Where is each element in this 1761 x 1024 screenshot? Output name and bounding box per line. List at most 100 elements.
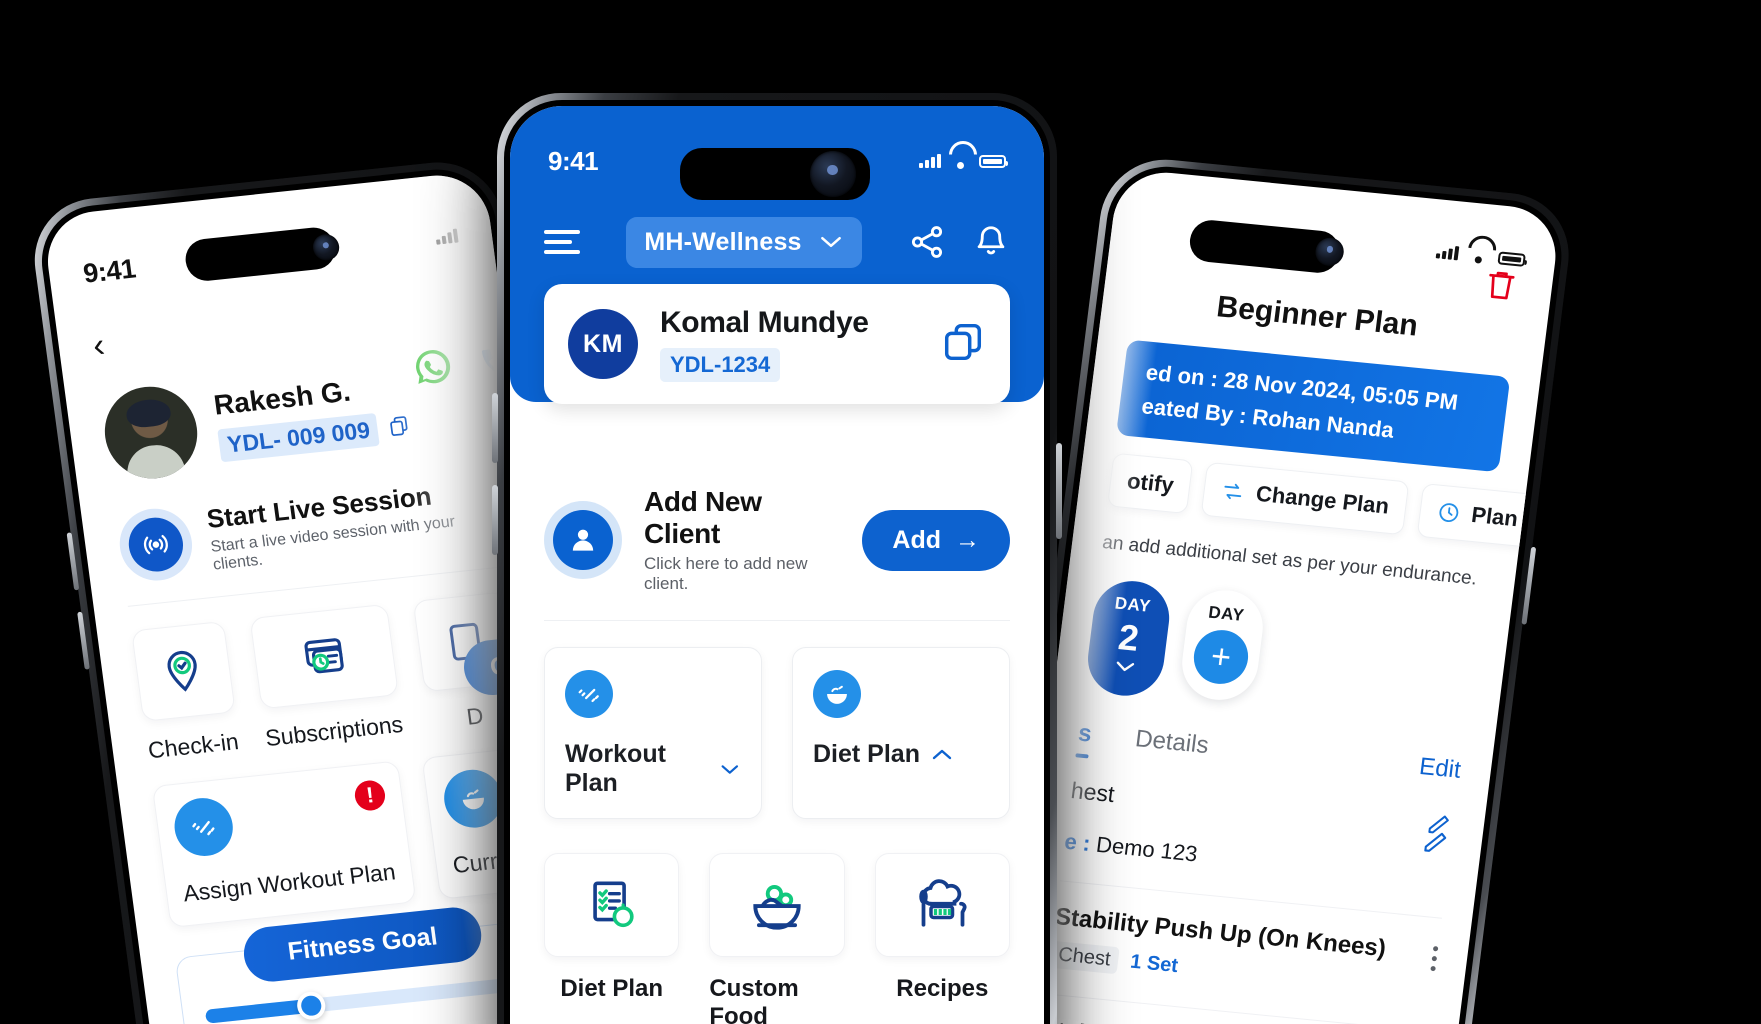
avatar: KM [568,309,638,379]
tile-label: Diet Plan [560,975,664,1002]
tile-diet-plan[interactable]: Diet Plan [544,853,680,1024]
tile-recipes[interactable]: Recipes [874,853,1010,1024]
add-client-button[interactable]: Add → [862,509,1010,571]
diet-plan-card[interactable]: Diet Plan [792,647,1010,819]
tile-label: Subscriptions [263,710,405,752]
chef-hat-icon [874,853,1010,957]
add-client-title: Add New Client [644,486,762,549]
notify-chip[interactable]: otify [1106,452,1194,515]
page-title-row: Beginner Plan [1131,282,1518,353]
chip-label: Change Plan [1254,480,1391,519]
signal-icon [919,154,941,168]
exercise-row[interactable]: Stability Push Up (On Knees) Chest 1 Set [1048,880,1443,1006]
battery-icon [1497,250,1526,267]
chevron-up-icon[interactable] [930,747,954,762]
dumbbell-icon [565,670,613,718]
status-time: 9:41 [548,145,599,176]
hamburger-icon[interactable] [544,224,580,260]
chevron-down-icon[interactable] [719,762,741,777]
chip-label: Plan History [1469,501,1562,540]
right-phone-mockup: Beginner Plan ed on : 28 Nov 2024, 05:05… [987,153,1577,1024]
swap-icon [1224,483,1242,500]
composite-stage: 9:41 ‹ Rakesh G. YDL- 009 009 Start Live… [0,0,1761,1024]
demo-value: Demo 123 [1094,831,1199,867]
pencil-icon[interactable] [1419,825,1453,863]
tab-exercises[interactable]: s [1077,720,1094,749]
tab-details[interactable]: Details [1134,725,1210,760]
slider-knob[interactable] [295,990,327,1022]
plan-cards: Workout Plan Diet Plan [544,647,1010,819]
chevron-down-icon [820,236,841,248]
broadcast-icon [125,515,187,575]
broadcast-icon-ring [115,505,197,585]
feature-tiles: Diet Plan Custom Food Recipes [544,853,1010,1024]
change-plan-chip[interactable]: Change Plan [1201,461,1410,536]
plan-history-chip[interactable]: Plan History [1416,482,1562,556]
center-phone-mockup: 9:41 MH-Wellness KM Komal Mundye YDL-123… [492,93,1062,1024]
plan-cards: ! Assign Workout Plan Current Diet Plan [151,735,607,929]
top-nav: MH-Wellness [510,214,1044,270]
alert-badge: ! [353,779,387,812]
edit-link[interactable]: Edit [1418,753,1463,785]
org-selector[interactable]: MH-Wellness [626,216,862,268]
assign-workout-plan-card[interactable]: ! Assign Workout Plan [151,760,417,929]
person-icon-ring [544,501,622,579]
power-button[interactable] [1056,443,1062,539]
start-live-session-row[interactable]: Start Live Session Start a live video se… [115,473,502,607]
app-header: 9:41 MH-Wellness KM Komal Mundye YDL-123… [510,106,1044,404]
card-label: Assign Workout Plan [181,858,398,907]
copy-icon[interactable] [386,413,413,439]
tile-custom-food[interactable]: Custom Food [709,853,845,1024]
history-icon [1439,503,1459,522]
tile-subscriptions[interactable]: Subscriptions [249,603,405,752]
plan-meta-banner: ed on : 28 Nov 2024, 05:05 PM eated By :… [1116,339,1511,473]
status-time: 9:41 [81,253,138,289]
dumbbell-icon [170,795,237,859]
volume-down-button[interactable] [492,485,498,555]
avatar [99,382,203,483]
plan-card-label: Diet Plan [813,740,920,768]
plus-icon[interactable]: + [1190,627,1252,687]
card-refresh-icon [249,603,399,710]
add-new-client-row[interactable]: Add New Client Click here to add new cli… [544,486,1010,621]
exercise-sets: 1 Set [1128,950,1180,978]
trash-icon[interactable] [1481,266,1520,308]
signal-icon [1435,244,1460,261]
copy-icon[interactable] [940,319,986,370]
location-check-icon [131,620,236,722]
client-card[interactable]: KM Komal Mundye YDL-1234 [544,284,1010,404]
plan-card-row: Diet Plan [813,740,989,769]
tile-label: Recipes [896,975,989,1002]
tile-label: Check-in [146,728,241,764]
workout-plan-card[interactable]: Workout Plan [544,647,762,819]
share-icon[interactable] [908,223,946,261]
plan-tabs: s Details Edit [1077,720,1463,785]
signal-icon [435,228,459,245]
kebab-menu-icon[interactable] [1430,940,1439,972]
day-label: DAY [1207,602,1246,626]
center-phone-screen: 9:41 MH-Wellness KM Komal Mundye YDL-123… [510,106,1044,1024]
bell-icon[interactable] [972,223,1010,261]
person-icon [553,510,613,570]
add-day-chip[interactable]: DAY + [1177,586,1268,704]
tile-label: Custom Food [709,975,799,1024]
tile-label: D [464,702,485,730]
add-client-subtitle: Click here to add new client. [644,554,808,593]
tile-check-in[interactable]: Check-in [131,620,241,765]
food-bowl-icon [709,853,845,957]
chevron-down-icon [1116,661,1135,672]
volume-up-button[interactable] [492,393,498,463]
plan-card-label: Workout Plan [565,740,666,797]
chip-label: otify [1125,468,1176,498]
whatsapp-icon[interactable] [410,345,456,394]
day-number: 2 [1116,616,1142,659]
wifi-icon [949,153,971,169]
plan-note: an add additional set as per your endura… [1101,532,1479,590]
add-button-label: Add [892,525,941,554]
exercise-name: Stability Ball Push Up (Legs on Ball) [1039,1016,1454,1024]
wifi-icon [1466,246,1490,264]
day-chip-selected[interactable]: DAY 2 [1083,577,1174,700]
muscle-group-value: hest [1069,776,1117,807]
plan-card-row: Workout Plan [565,740,741,798]
goal-progress-slider[interactable] [204,975,536,1024]
